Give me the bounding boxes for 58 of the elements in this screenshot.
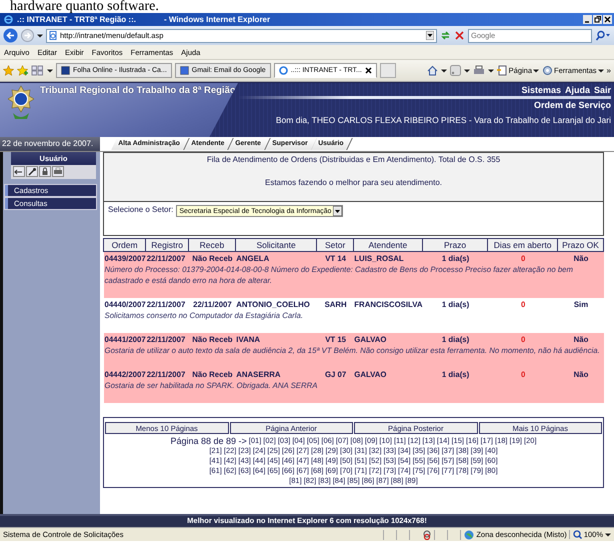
restore-icon[interactable]: [593, 15, 602, 24]
caret-icon[interactable]: [37, 32, 43, 38]
dropdown-icon: [333, 206, 342, 216]
caret-icon[interactable]: [488, 68, 494, 74]
column-header: Registro: [146, 238, 189, 252]
dropdown-icon[interactable]: [426, 31, 434, 40]
date-label: 22 de novembro de 2007.: [0, 137, 100, 151]
browser-logo-icon: [4, 15, 13, 24]
header-link[interactable]: Ajuda: [564, 85, 590, 95]
lock-icon[interactable]: [39, 166, 51, 177]
page-icon: [180, 66, 189, 75]
column-header: Solicitante: [235, 238, 317, 252]
site-title: Tribunal Regional do Trabalho da 8ª Região: [40, 85, 236, 98]
close-icon[interactable]: [364, 67, 372, 74]
column-header: Prazo: [422, 238, 488, 252]
caption-text: hardware quanto software.: [9, 0, 159, 13]
browser-logo-icon: [278, 66, 288, 75]
globe-icon: [464, 530, 474, 540]
page-icon: [61, 66, 70, 75]
column-header: Prazo OK: [558, 238, 604, 252]
header-link[interactable]: Sistemas: [521, 85, 561, 95]
star-icon[interactable]: [3, 65, 14, 76]
motto-text: Estamos fazendo o melhor para seu atendimento.: [265, 178, 442, 187]
page-icon: [49, 31, 57, 40]
window-title: .:: INTRANET - TRT8ª Região ::.: [17, 15, 136, 24]
page-icon: [496, 65, 508, 76]
sector-label: Selecione o Setor:: [108, 205, 174, 214]
overflow-button[interactable]: »: [606, 66, 611, 75]
emblem-icon: [8, 85, 34, 121]
stop-icon[interactable]: [454, 30, 465, 41]
caret-icon[interactable]: [464, 68, 470, 74]
print-icon[interactable]: [472, 65, 485, 76]
column-header: Ordem: [104, 238, 146, 252]
page-info: Página 88 de 89 ->: [170, 436, 247, 446]
zoom-icon: [572, 530, 582, 539]
search-icon[interactable]: [595, 30, 611, 41]
column-header: Receb: [188, 238, 236, 252]
app-name: - Windows Internet Explorer: [164, 15, 270, 24]
refresh-icon[interactable]: [440, 30, 451, 41]
caret-icon: [605, 532, 611, 538]
column-header: Atendente: [353, 238, 422, 252]
caret-icon: [598, 68, 604, 74]
column-header: Setor: [316, 238, 354, 252]
header-link[interactable]: Sair: [594, 85, 611, 95]
close-icon[interactable]: [603, 15, 612, 24]
caret-icon[interactable]: [440, 68, 447, 74]
home-icon[interactable]: [426, 65, 438, 76]
queue-title: Fila de Atendimento de Ordens (Distribuidas e Em Atendimento). Total de O.S. 355: [206, 155, 500, 164]
greeting-text: Bom dia, THEO CARLOS FLEXA RIBEIRO PIRES - Vara do Trabalho de Laranjal do Jari: [276, 115, 611, 125]
minimize-icon[interactable]: [583, 15, 592, 24]
add-favorite-icon[interactable]: [17, 65, 28, 76]
caret-icon: [533, 68, 540, 74]
wrench-icon[interactable]: [26, 166, 38, 177]
caret-icon[interactable]: [47, 68, 53, 74]
column-header: Dias em aberto: [488, 238, 558, 252]
section-title: Ordem de Serviço: [534, 100, 611, 110]
back-icon[interactable]: [3, 28, 18, 43]
print-icon[interactable]: [52, 166, 64, 177]
